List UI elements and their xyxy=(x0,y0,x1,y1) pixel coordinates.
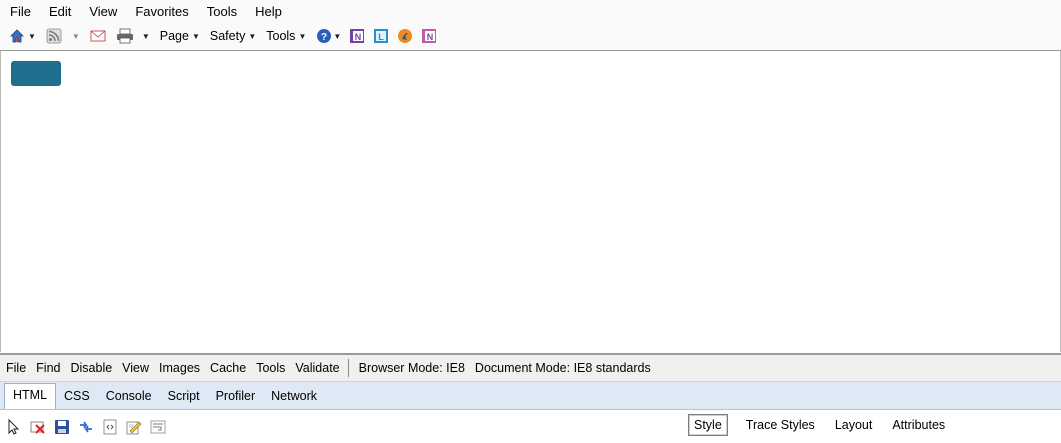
tools-menu[interactable]: Tools ▼ xyxy=(266,29,312,43)
word-wrap-icon[interactable] xyxy=(150,419,166,435)
tab-attributes[interactable]: Attributes xyxy=(882,415,955,435)
command-bar: ▼ ▼ ▼ Page ▼ Safety ▼ Tools ▼ ? ▼ N L N xyxy=(0,22,1061,51)
onenote-icon: N xyxy=(349,28,365,44)
rss-feed-icon xyxy=(46,28,62,44)
view-source-icon[interactable] xyxy=(102,419,118,435)
menu-bar: File Edit View Favorites Tools Help xyxy=(0,0,1061,22)
select-element-icon[interactable] xyxy=(6,418,22,435)
tab-html[interactable]: HTML xyxy=(4,383,57,409)
print-button[interactable]: ▼ xyxy=(116,28,156,44)
lync-icon: L xyxy=(373,28,389,44)
document-mode-menu[interactable]: Document Mode: IE8 standards xyxy=(469,361,655,375)
tab-layout[interactable]: Layout xyxy=(825,415,883,435)
menu-edit[interactable]: Edit xyxy=(39,4,79,19)
divider xyxy=(347,359,349,377)
save-icon[interactable] xyxy=(54,419,70,435)
chevron-down-icon: ▼ xyxy=(248,31,257,41)
onenote-button[interactable]: N xyxy=(349,28,365,44)
devtools-menu-file[interactable]: File xyxy=(0,361,30,375)
devtools-menu-cache[interactable]: Cache xyxy=(204,361,250,375)
tab-console[interactable]: Console xyxy=(98,385,160,409)
home-icon xyxy=(9,28,25,44)
tab-script[interactable]: Script xyxy=(160,385,208,409)
devtools-icon-group xyxy=(6,418,174,435)
devtools-menu-tools[interactable]: Tools xyxy=(250,361,289,375)
svg-text:N: N xyxy=(355,32,362,42)
menu-tools[interactable]: Tools xyxy=(197,4,245,19)
chevron-down-icon: ▼ xyxy=(191,31,200,41)
svg-text:?: ? xyxy=(321,32,327,43)
safety-menu-label: Safety xyxy=(209,29,246,43)
menu-view[interactable]: View xyxy=(79,4,125,19)
chevron-down-icon[interactable]: ▼ xyxy=(28,32,36,41)
onenote-send-button[interactable]: N xyxy=(421,28,437,44)
svg-text:L: L xyxy=(379,32,385,42)
browser-mode-menu[interactable]: Browser Mode: IE8 xyxy=(353,361,469,375)
read-mail-icon xyxy=(90,28,106,44)
refresh-icon[interactable] xyxy=(78,419,94,435)
onenote-send-icon: N xyxy=(421,28,437,44)
page-content xyxy=(0,51,1061,352)
help-button[interactable]: ? ▼ xyxy=(316,28,345,44)
edit-icon[interactable] xyxy=(126,419,142,435)
help-icon: ? xyxy=(316,28,332,44)
menu-file[interactable]: File xyxy=(0,4,39,19)
devtools-menu-view[interactable]: View xyxy=(116,361,153,375)
devtools-menu-validate[interactable]: Validate xyxy=(289,361,343,375)
content-button[interactable] xyxy=(11,61,61,86)
right-pane-tabs: Style Trace Styles Layout Attributes xyxy=(688,414,955,436)
read-mail-button[interactable] xyxy=(90,28,106,44)
chevron-down-icon: ▼ xyxy=(298,31,307,41)
home-button[interactable]: ▼ xyxy=(9,28,42,44)
tab-profiler[interactable]: Profiler xyxy=(208,385,264,409)
tools-menu-label: Tools xyxy=(266,29,296,43)
print-icon xyxy=(116,28,133,44)
lync-button[interactable]: L xyxy=(373,28,389,44)
chevron-down-icon[interactable]: ▼ xyxy=(72,32,80,41)
menu-help[interactable]: Help xyxy=(245,4,290,19)
devtools-menu-disable[interactable]: Disable xyxy=(64,361,116,375)
tab-style[interactable]: Style xyxy=(688,414,728,436)
devtools-menu-bar: File Find Disable View Images Cache Tool… xyxy=(0,353,1061,381)
clear-browser-icon[interactable] xyxy=(30,419,46,435)
page-menu-label: Page xyxy=(159,29,189,43)
addon-orange-icon xyxy=(397,28,413,44)
chevron-down-icon: ▼ xyxy=(333,31,342,41)
menu-favorites[interactable]: Favorites xyxy=(125,4,196,19)
safety-menu[interactable]: Safety ▼ xyxy=(210,29,262,43)
devtools-toolbar: Style Trace Styles Layout Attributes xyxy=(0,410,1061,443)
devtools-menu-images[interactable]: Images xyxy=(153,361,204,375)
devtools-tab-bar: HTML CSS Console Script Profiler Network xyxy=(0,381,1061,410)
tab-trace-styles[interactable]: Trace Styles xyxy=(736,415,825,435)
addon-orange-button[interactable] xyxy=(397,28,413,44)
tab-css[interactable]: CSS xyxy=(56,385,98,409)
feeds-button[interactable]: ▼ xyxy=(46,28,86,44)
chevron-down-icon[interactable]: ▼ xyxy=(142,32,150,41)
tab-network[interactable]: Network xyxy=(263,385,325,409)
devtools-menu-find[interactable]: Find xyxy=(30,361,64,375)
page-menu[interactable]: Page ▼ xyxy=(160,29,206,43)
svg-text:N: N xyxy=(427,32,434,42)
